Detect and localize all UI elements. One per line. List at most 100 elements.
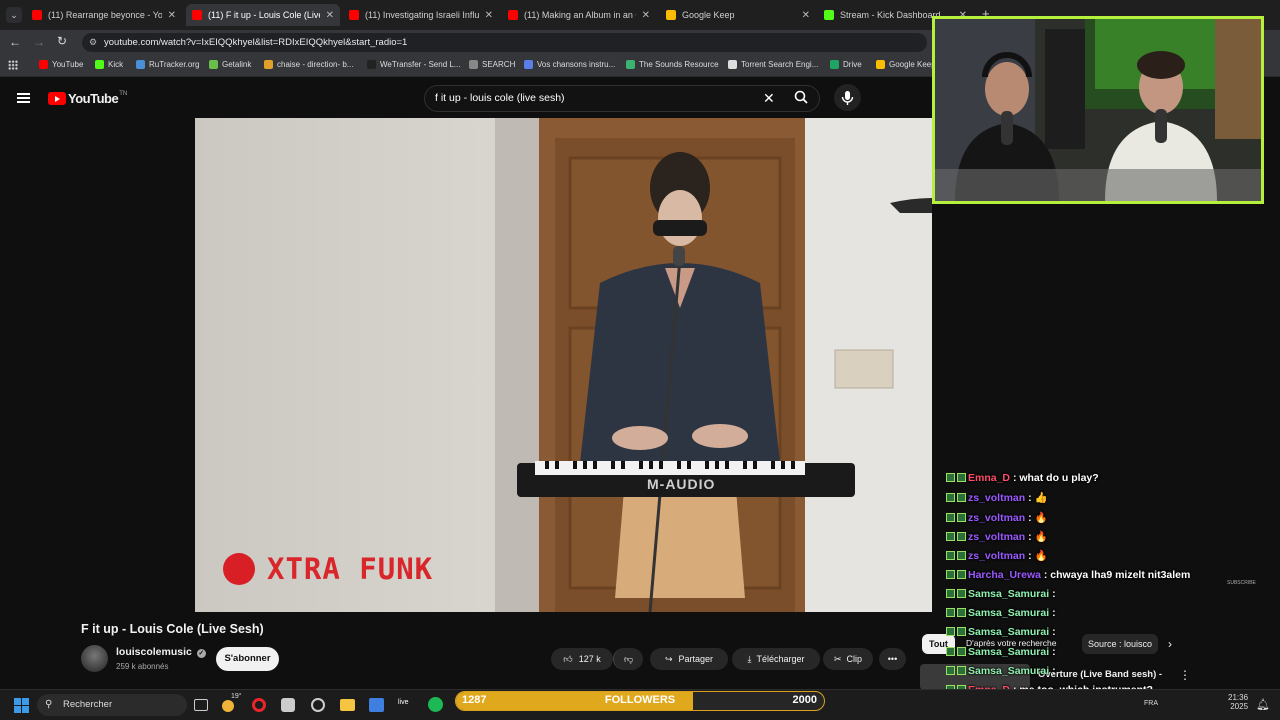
weather-widget[interactable]: 19° [222,693,242,714]
download-button[interactable]: ⤓ Télécharger [732,648,820,670]
bookmark-item[interactable]: Google Keep [876,60,936,69]
subscribe-button[interactable]: S'abonner [216,647,279,671]
like-button[interactable]: 👍︎ 127 k [551,648,613,670]
download-icon: ⤓ [747,653,752,664]
live-app-icon[interactable]: live [398,699,414,711]
opera-icon[interactable] [252,698,266,712]
bookmark-favicon-icon [39,60,48,69]
app-icon-2[interactable] [311,698,325,712]
back-icon[interactable]: ← [9,35,21,49]
channel-name[interactable]: louiscolemusic ✓ [116,646,206,658]
chip-source[interactable]: Source : louisco [1082,634,1158,654]
chat-message: Samsa_Samurai : [946,665,1056,677]
chat-username: Samsa_Samurai [968,607,1050,620]
voice-search-icon[interactable] [834,84,861,111]
app-icon-1[interactable] [281,698,295,712]
system-clock[interactable]: 21:36 2025 [1228,693,1248,711]
tab-close-icon[interactable]: ✕ [642,10,650,21]
clip-button[interactable]: ✂ Clip [823,648,873,670]
subscribe-watermark: SUBSCRIBE [1227,580,1256,586]
browser-tab[interactable]: (11) Investigating Israeli Influen ✕ [343,4,499,26]
bookmark-item[interactable]: Drive [830,60,862,69]
dislike-button[interactable]: 👎︎ [613,648,643,670]
bookmark-item[interactable]: WeTransfer - Send L... [367,60,460,69]
reload-icon[interactable]: ↻ [57,34,67,48]
video-player[interactable]: M-AUDIO XTRA FUNK [195,118,932,612]
webcam-overlay [932,16,1264,204]
bookmark-item[interactable]: YouTube [39,60,83,69]
youtube-region-code: TN [119,90,128,97]
bookmark-item[interactable]: SEARCH [469,60,515,69]
followers-goal: 2000 [792,694,817,706]
recommended-title[interactable]: Overture (Live Band sesh) - [1038,669,1162,680]
chat-username: Samsa_Samurai [968,645,1050,658]
search-icon[interactable] [794,90,808,104]
channel-avatar[interactable] [81,645,108,672]
chat-badge-icon [946,588,955,598]
bookmark-label: Getalink [222,60,252,69]
chat-message: zs_voltman : 🔥 [946,530,1048,543]
search-input[interactable]: f it up - louis cole (live sesh) ✕ [424,85,820,112]
file-explorer-icon[interactable] [340,699,355,711]
chat-badge-icon [957,512,966,522]
site-info-icon[interactable]: ⚙ [89,33,97,52]
bookmark-item[interactable]: chaise - direction- b... [264,60,353,69]
browser-tab[interactable]: (11) Rearrange beyonce - YouTube ✕ [26,4,182,26]
menu-icon[interactable] [17,93,30,103]
chat-message: zs_voltman : 🔥 [946,511,1048,524]
tab-favicon-icon [192,10,202,20]
browser-tab[interactable]: (11) Making an Album in an OF ✕ [502,4,656,26]
recommended-more-icon[interactable]: ⋮ [1179,668,1191,682]
video-frame-image [195,118,932,612]
chat-message: zs_voltman : 🔥 [946,549,1048,562]
tab-close-icon[interactable]: ✕ [168,10,176,21]
chat-badge-icon [946,531,955,541]
tab-close-icon[interactable]: ✕ [326,10,334,21]
tab-title: (11) Investigating Israeli Influen [365,10,479,20]
address-bar[interactable]: ⚙ youtube.com/watch?v=IxEIQQkhyel&list=R… [82,33,927,52]
download-label: Télécharger [756,654,805,664]
chat-badge-icon [957,588,966,598]
verified-icon: ✓ [196,649,206,658]
tab-close-icon[interactable]: ✕ [802,10,810,21]
youtube-logo[interactable]: YouTube TN [48,91,127,106]
weather-temp: 19° [231,693,242,700]
taskbar-search[interactable]: ⚲ Rechercher [37,694,187,716]
browser-tab[interactable]: (11) F it up - Louis Cole (Live ✕ [186,4,340,26]
bookmark-favicon-icon [524,60,533,69]
video-title: F it up - Louis Cole (Live Sesh) [81,622,264,636]
chat-username: zs_voltman [968,530,1026,543]
windows-start-icon[interactable] [14,698,29,713]
clip-label: Clip [846,654,863,664]
task-view-icon[interactable] [194,699,208,711]
app-icon-3[interactable] [369,698,384,712]
bookmark-label: Google Keep [889,60,936,69]
thumbs-down-icon: 👎︎ [623,653,634,664]
bookmark-item[interactable]: Kick [95,60,123,69]
notification-bell-icon[interactable]: 🔔︎ [1256,698,1270,711]
chat-username: Harcha_Urewa [968,568,1041,581]
subscriber-count: 259 k abonnés [116,662,169,671]
thumbs-up-icon: 👍︎ [563,653,573,664]
bookmark-item[interactable]: Vos chansons instru... [524,60,615,69]
spotify-icon[interactable] [428,697,443,712]
clear-search-icon[interactable]: ✕ [763,86,775,111]
chat-badge-icon [957,493,966,503]
tab-list-dropdown-icon[interactable]: ⌄ [6,7,22,23]
clock-date: 2025 [1230,702,1249,711]
webcam-image [935,19,1261,201]
browser-tab[interactable]: Google Keep ✕ [660,4,816,26]
tab-close-icon[interactable]: ✕ [485,10,493,21]
forward-icon[interactable]: → [33,35,45,49]
apps-grid-icon[interactable] [8,60,18,70]
bookmark-item[interactable]: The Sounds Resource [626,60,719,69]
chips-next-icon[interactable]: › [1168,637,1172,651]
tab-title: (11) F it up - Louis Cole (Live [208,10,320,20]
share-button[interactable]: ↪ Partager [650,648,728,670]
system-lang[interactable]: FRA [1144,700,1158,707]
share-icon: ↪ [664,653,673,664]
bookmark-item[interactable]: RuTracker.org [136,60,199,69]
bookmark-item[interactable]: Torrent Search Engi... [728,60,818,69]
bookmark-item[interactable]: Getalink [209,60,251,69]
more-actions-button[interactable]: ••• [879,648,906,670]
